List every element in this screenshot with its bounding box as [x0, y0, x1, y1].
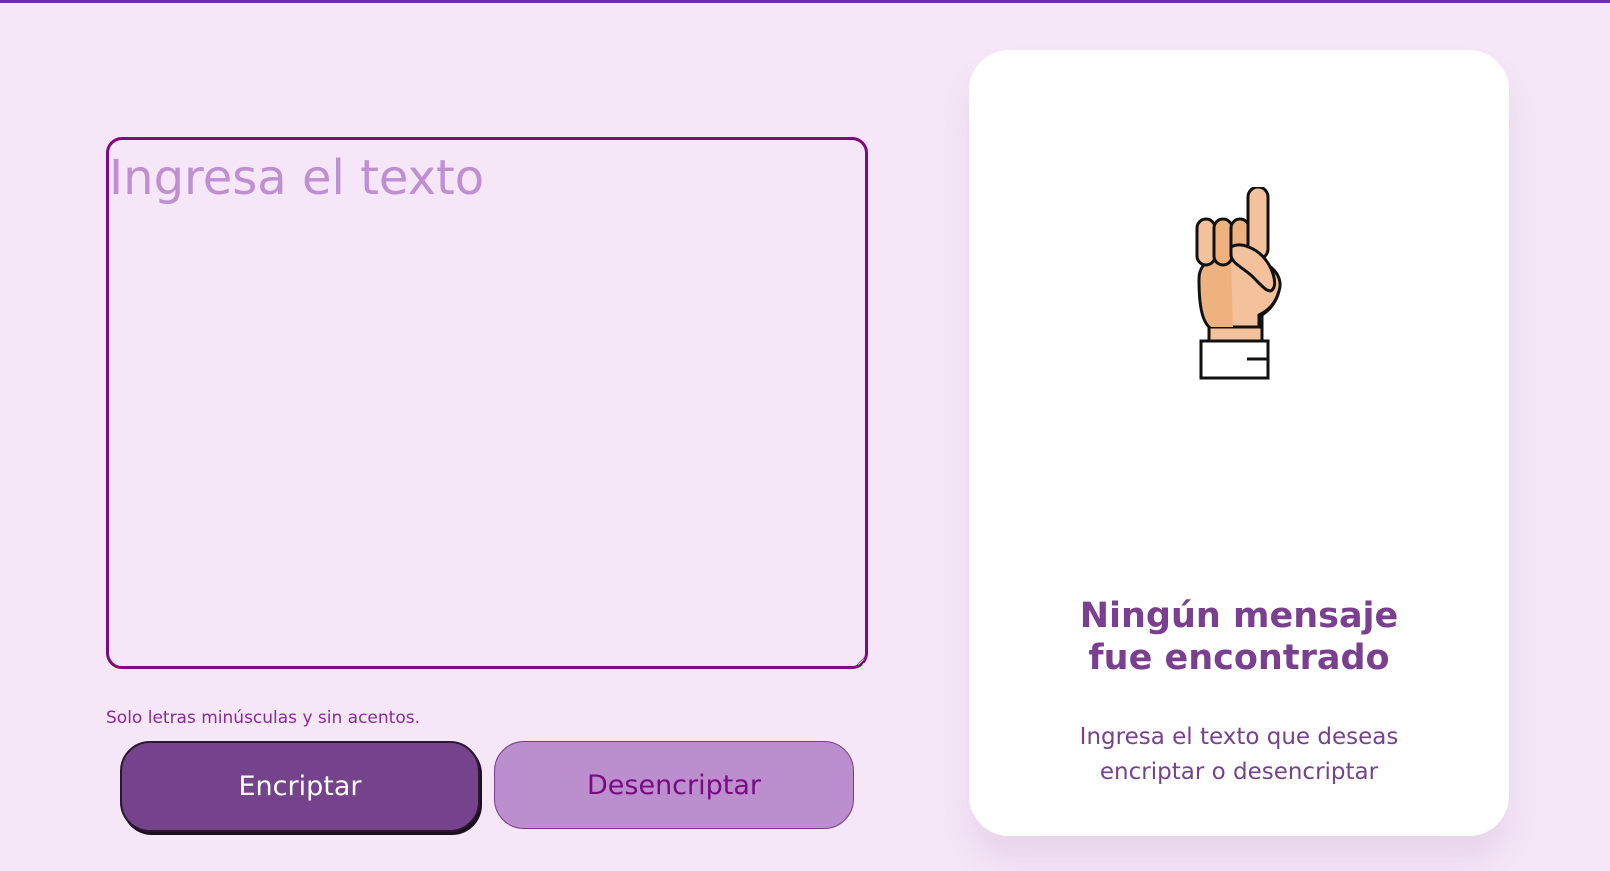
empty-state-description: Ingresa el texto que deseas encriptar o … [1079, 724, 1399, 785]
input-hint: Solo letras minúsculas y sin acentos. [106, 708, 420, 728]
text-input[interactable] [106, 137, 868, 669]
input-hint-text: Solo letras minúsculas y sin acentos. [106, 708, 420, 728]
hand-pointing-up-icon [1195, 187, 1282, 380]
output-panel: Ningún mensaje fue encontrado Ingresa el… [969, 50, 1509, 836]
empty-state-title: Ningún mensaje fue encontrado [1079, 596, 1399, 679]
encrypt-button[interactable]: Encriptar [120, 741, 480, 832]
decrypt-button[interactable]: Desencriptar [494, 741, 854, 829]
